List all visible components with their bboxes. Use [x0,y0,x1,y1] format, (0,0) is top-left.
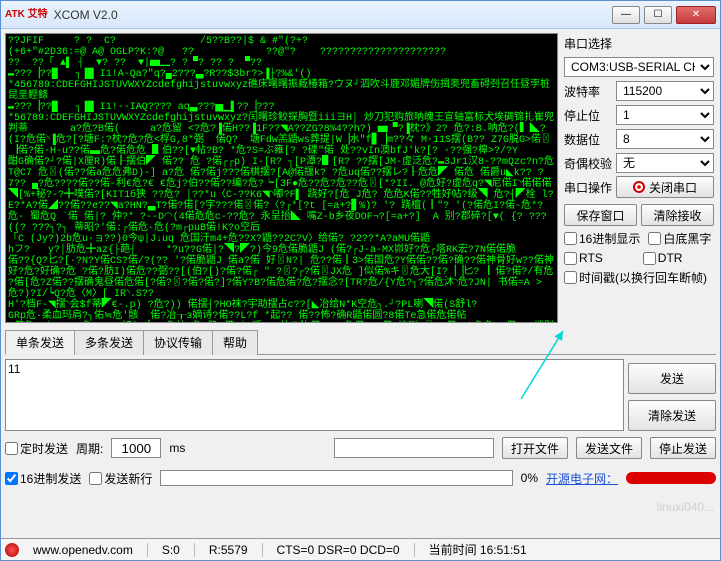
baud-select[interactable]: 115200 [616,81,714,101]
data-label: 数据位 [564,131,612,148]
tab-multi-send[interactable]: 多条发送 [74,330,144,355]
parity-label: 奇偶校验 [564,155,612,172]
serial-title: 串口选择 [564,35,714,52]
save-window-button[interactable]: 保存窗口 [564,204,637,226]
status-time: 当前时间 16:51:51 [429,541,527,558]
red-banner [626,472,716,484]
send-tabs: 单条发送 多条发送 协议传输 帮助 [5,329,716,355]
status-recv: R:5579 [209,543,248,557]
clear-send-button[interactable]: 清除发送 [628,400,716,431]
op-label: 串口操作 [564,179,612,196]
stop-label: 停止位 [564,107,612,124]
serial-panel: 串口选择 COM3:USB-SERIAL CH340 波特率 115200 停止… [562,33,716,323]
progress-pct: 0% [521,471,538,485]
progress-bar [160,470,512,486]
hex-display-check[interactable]: 16进制显示 [564,230,640,247]
tab-help[interactable]: 帮助 [212,330,258,355]
status-icon [5,543,19,557]
stop-select[interactable]: 1 [616,105,714,125]
send-newline-check[interactable]: 发送新行 [89,470,152,487]
data-select[interactable]: 8 [616,129,714,149]
clear-recv-button[interactable]: 清除接收 [641,204,714,226]
tab-single-send[interactable]: 单条发送 [5,330,75,355]
open-file-button[interactable]: 打开文件 [502,437,568,459]
app-logo: ATK 艾特 [5,10,48,20]
rts-check[interactable]: RTS [564,251,603,265]
minimize-button[interactable]: — [612,6,640,24]
period-label: 周期: [76,440,103,457]
hex-send-check[interactable]: 16进制发送 [5,470,81,487]
whitebg-check[interactable]: 白底黑字 [648,230,711,247]
parity-select[interactable]: 无 [616,153,714,173]
close-button[interactable]: ✕ [676,6,716,24]
timed-send-check[interactable]: 定时发送 [5,440,68,457]
website-link[interactable]: 开源电子网： [546,470,618,487]
status-lines: CTS=0 DSR=0 DCD=0 [277,543,400,557]
period-unit: ms [169,441,185,455]
terminal-output[interactable]: ??JFIF ? ? C? /5??B??|$ & #"(?+? (+6+"#2… [5,33,558,323]
status-sent: S:0 [162,543,180,557]
port-select[interactable]: COM3:USB-SERIAL CH340 [564,57,714,77]
window-title: XCOM V2.0 [54,8,612,22]
maximize-button[interactable]: ☐ [644,6,672,24]
file-path-input[interactable] [334,438,494,458]
close-port-button[interactable]: 关闭串口 [616,176,714,198]
dtr-check[interactable]: DTR [643,251,683,265]
tab-protocol[interactable]: 协议传输 [143,330,213,355]
status-url[interactable]: www.openedv.com [33,543,133,557]
send-button[interactable]: 发送 [628,363,716,394]
send-input[interactable] [5,359,624,431]
period-input[interactable] [111,438,161,458]
record-icon [633,181,645,193]
status-bar: www.openedv.com S:0 R:5579 CTS=0 DSR=0 D… [1,538,720,560]
stop-send-button[interactable]: 停止发送 [650,437,716,459]
baud-label: 波特率 [564,83,612,100]
timestamp-check[interactable]: 时间戳(以换行回车断帧) [564,269,707,286]
watermark: linuxi040... [657,500,714,514]
send-file-button[interactable]: 发送文件 [576,437,642,459]
titlebar: ATK 艾特 XCOM V2.0 — ☐ ✕ [1,1,720,29]
